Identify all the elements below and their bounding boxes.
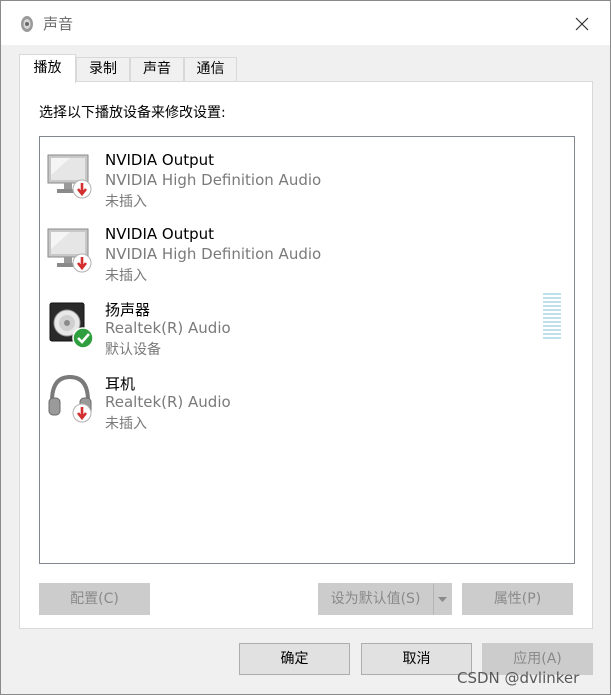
tab-playback[interactable]: 播放 [19, 54, 76, 83]
configure-button[interactable]: 配置(C) [39, 583, 150, 615]
instruction-text: 选择以下播放设备来修改设置: [39, 105, 226, 121]
device-name: 扬声器 [105, 301, 151, 319]
ok-button[interactable]: 确定 [239, 643, 350, 675]
volume-level-meter [543, 293, 561, 343]
device-driver: Realtek(R) Audio [105, 393, 231, 411]
device-status: 未插入 [105, 416, 147, 432]
cancel-button[interactable]: 取消 [361, 643, 472, 675]
unplugged-badge-icon [72, 179, 92, 199]
watermark-text: CSDN @dvlinker [457, 669, 580, 687]
tab-communications[interactable]: 通信 [184, 57, 237, 81]
speaker-icon [49, 302, 94, 349]
window-title: 声音 [43, 15, 74, 33]
set-default-dropdown[interactable] [433, 583, 452, 615]
tab-sounds[interactable]: 声音 [130, 57, 184, 81]
monitor-icon [47, 154, 92, 199]
close-button[interactable] [567, 9, 597, 39]
unplugged-badge-icon [72, 403, 92, 423]
device-item-nvidia-output-2[interactable]: NVIDIA Output NVIDIA High Definition Aud… [40, 215, 574, 285]
device-name: NVIDIA Output [105, 225, 215, 243]
sound-dialog: 声音 播放 录制 声音 通信 选择以下播放设备来修改设置: NVIDIA Out… [0, 0, 611, 695]
unplugged-badge-icon [72, 253, 92, 273]
device-status: 未插入 [105, 268, 147, 284]
device-name: NVIDIA Output [105, 151, 215, 169]
device-status: 默认设备 [105, 342, 161, 358]
device-driver: NVIDIA High Definition Audio [105, 171, 322, 189]
headphones-icon [48, 374, 92, 423]
device-item-speakers[interactable]: 扬声器 Realtek(R) Audio 默认设备 [40, 289, 574, 359]
device-item-headphones[interactable]: 耳机 Realtek(R) Audio 未插入 [40, 363, 574, 433]
device-status: 未插入 [105, 194, 147, 210]
title-bar: 声音 [1, 1, 610, 45]
tab-recording[interactable]: 录制 [76, 57, 130, 81]
monitor-icon [47, 228, 92, 273]
device-item-nvidia-output-1[interactable]: NVIDIA Output NVIDIA High Definition Aud… [40, 141, 574, 211]
device-driver: NVIDIA High Definition Audio [105, 245, 322, 263]
close-icon [575, 17, 589, 31]
properties-button[interactable]: 属性(P) [462, 583, 573, 615]
sound-app-icon [21, 16, 33, 32]
device-list[interactable]: NVIDIA Output NVIDIA High Definition Aud… [39, 136, 575, 564]
device-driver: Realtek(R) Audio [105, 319, 231, 337]
device-name: 耳机 [105, 375, 136, 393]
default-check-icon [72, 327, 94, 349]
set-default-button[interactable]: 设为默认值(S) [318, 583, 433, 615]
chevron-down-icon [438, 597, 447, 602]
